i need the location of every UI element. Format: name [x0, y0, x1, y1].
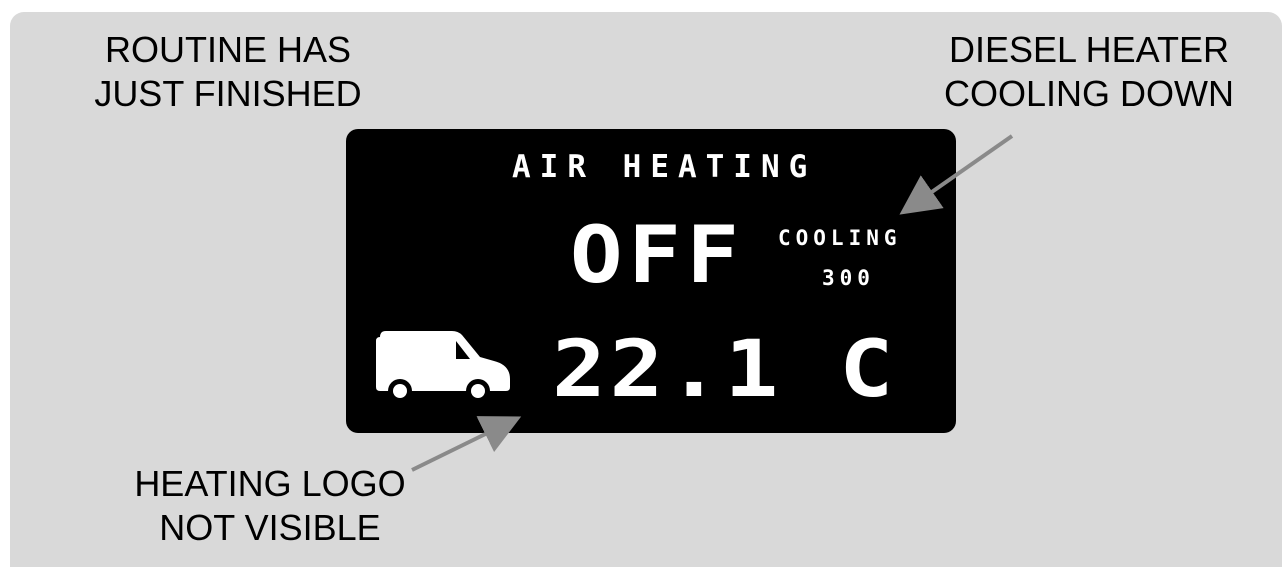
callout-heater-cooling: DIESEL HEATER COOLING DOWN — [906, 28, 1272, 116]
temperature-readout: 22.1 C — [552, 325, 897, 415]
callout-heating-logo: HEATING LOGO NOT VISIBLE — [108, 462, 432, 550]
heater-state: OFF — [570, 211, 745, 301]
callout-routine-line1: ROUTINE HAS — [104, 29, 352, 70]
van-icon — [376, 331, 510, 403]
display-title: AIR HEATING — [512, 149, 817, 185]
callout-routine-finished: ROUTINE HAS JUST FINISHED — [76, 28, 380, 116]
callout-logo-line1: HEATING LOGO — [134, 463, 406, 504]
cooling-label: COOLING — [778, 226, 902, 250]
callout-cooling-line2: COOLING DOWN — [943, 73, 1234, 114]
heater-display-screen: AIR HEATING OFF COOLING 300 22.1 C — [346, 129, 956, 433]
callout-cooling-line1: DIESEL HEATER — [948, 29, 1230, 70]
callout-routine-line2: JUST FINISHED — [94, 73, 362, 114]
cooling-timer: 300 — [822, 266, 875, 290]
callout-logo-line2: NOT VISIBLE — [159, 507, 381, 548]
